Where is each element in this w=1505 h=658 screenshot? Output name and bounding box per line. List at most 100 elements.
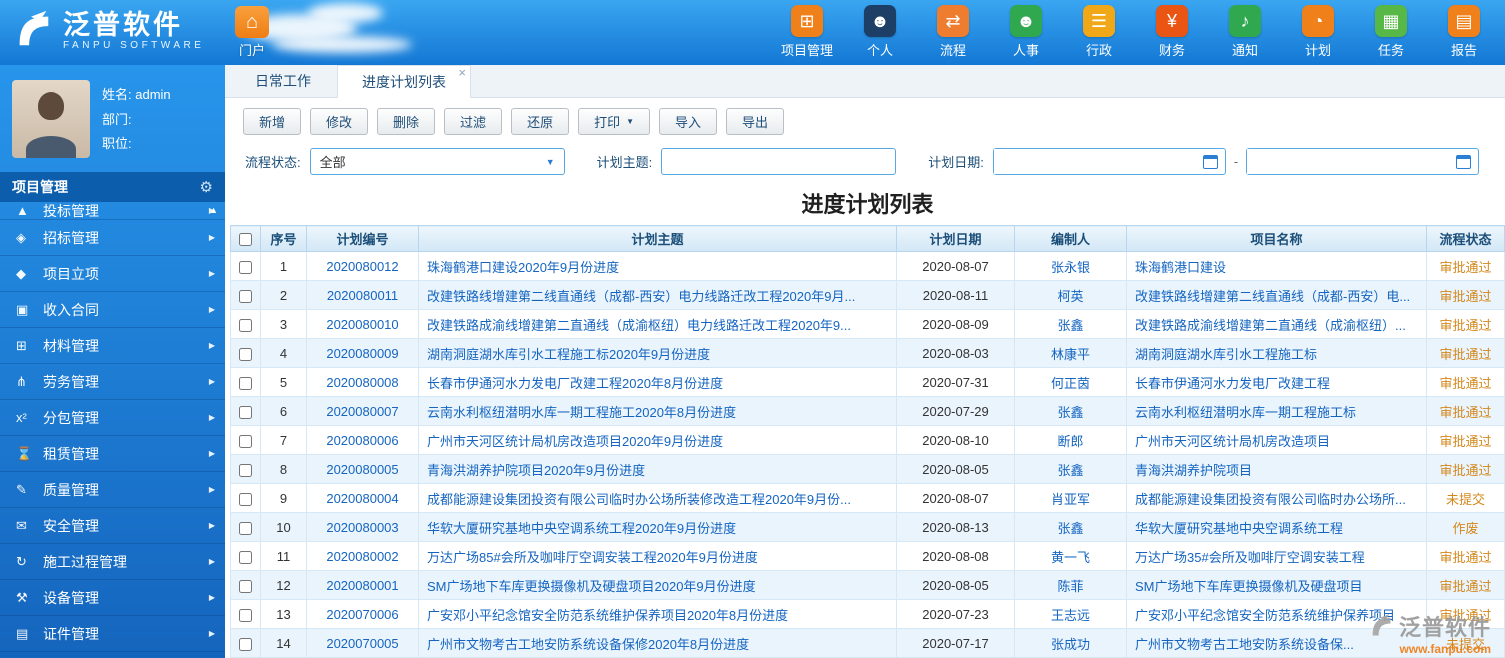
- table-row[interactable]: 1 2020080012 珠海鹤港口建设2020年9月份进度 2020-08-07 张永…: [230, 251, 1505, 281]
- plan-no-link[interactable]: 2020080012: [326, 259, 398, 274]
- table-row[interactable]: 6 2020080007 云南水利枢纽潜明水库一期工程施工2020年8月份进度 202…: [230, 396, 1505, 426]
- project-link[interactable]: 云南水利枢纽潜明水库一期工程施工标: [1135, 405, 1356, 420]
- sidebar-item-subcontract[interactable]: x² 分包管理 ▶: [0, 400, 225, 436]
- print-button[interactable]: 打印 ▼: [578, 108, 651, 135]
- delete-button[interactable]: 删除: [377, 108, 436, 135]
- topic-link[interactable]: 广州市文物考古工地安防系统设备保修2020年8月份进度: [427, 637, 749, 652]
- nav-item-portal[interactable]: ⌂ 门户: [231, 6, 273, 59]
- row-checkbox[interactable]: [239, 550, 252, 564]
- plan-no-link[interactable]: 2020070005: [326, 636, 398, 651]
- nav-item-notice[interactable]: ♪ 通知: [1216, 5, 1274, 59]
- plan-no-link[interactable]: 2020080002: [326, 549, 398, 564]
- table-row[interactable]: 4 2020080009 湖南洞庭湖水库引水工程施工标2020年9月份进度 2020-…: [230, 338, 1505, 368]
- table-row[interactable]: 12 2020080001 SM广场地下车库更换摄像机及硬盘项目2020年9月份进度…: [230, 570, 1505, 600]
- tab-progress-plan-list[interactable]: 进度计划列表 ×: [337, 65, 471, 98]
- nav-item-personal[interactable]: ☻ 个人: [851, 5, 909, 59]
- nav-item-plan[interactable]: ◔ 计划: [1289, 5, 1347, 59]
- filter-button[interactable]: 过滤: [444, 108, 503, 135]
- nav-item-task[interactable]: ▦ 任务: [1362, 5, 1420, 59]
- row-checkbox[interactable]: [239, 376, 252, 390]
- plan-no-link[interactable]: 2020080004: [326, 491, 398, 506]
- row-checkbox[interactable]: [239, 492, 252, 506]
- row-checkbox[interactable]: [239, 405, 252, 419]
- project-link[interactable]: 广州市天河区统计局机房改造项目: [1135, 434, 1330, 449]
- date-from-input[interactable]: [993, 149, 1203, 174]
- sidebar-item-project-initiation[interactable]: ◆ 项目立项 ▶: [0, 256, 225, 292]
- gear-icon[interactable]: ⚙: [200, 178, 213, 196]
- row-checkbox[interactable]: [239, 289, 252, 303]
- plan-no-link[interactable]: 2020080009: [326, 346, 398, 361]
- topic-link[interactable]: 湖南洞庭湖水库引水工程施工标2020年9月份进度: [427, 347, 710, 362]
- row-checkbox[interactable]: [239, 260, 252, 274]
- project-link[interactable]: 成都能源建设集团投资有限公司临时办公场所...: [1135, 492, 1406, 507]
- table-row[interactable]: 8 2020080005 青海洪湖养护院项目2020年9月份进度 2020-08-05…: [230, 454, 1505, 484]
- scroll-up-icon[interactable]: ▲: [209, 205, 218, 215]
- nav-item-workflow[interactable]: ⇄ 流程: [924, 5, 982, 59]
- topic-link[interactable]: SM广场地下车库更换摄像机及硬盘项目2020年9月份进度: [427, 579, 756, 594]
- project-link[interactable]: 广州市文物考古工地安防系统设备保...: [1135, 637, 1354, 652]
- nav-item-admin[interactable]: ☰ 行政: [1070, 5, 1128, 59]
- project-link[interactable]: 湖南洞庭湖水库引水工程施工标: [1135, 347, 1317, 362]
- select-all-checkbox[interactable]: [239, 233, 252, 247]
- plan-no-link[interactable]: 2020080006: [326, 433, 398, 448]
- topic-link[interactable]: 改建铁路成渝线增建第二直通线（成渝枢纽）电力线路迁改工程2020年9...: [427, 318, 851, 333]
- sidebar-item-bidding[interactable]: ▲ 投标管理 ▶: [0, 202, 225, 220]
- export-button[interactable]: 导出: [726, 108, 785, 135]
- plan-no-link[interactable]: 2020080007: [326, 404, 398, 419]
- topic-link[interactable]: 云南水利枢纽潜明水库一期工程施工2020年8月份进度: [427, 405, 736, 420]
- topic-link[interactable]: 广安邓小平纪念馆安全防范系统维护保养项目2020年8月份进度: [427, 608, 788, 623]
- project-link[interactable]: 青海洪湖养护院项目: [1135, 463, 1252, 478]
- plan-no-link[interactable]: 2020080008: [326, 375, 398, 390]
- sidebar-item-certificate[interactable]: ▤ 证件管理 ▶: [0, 616, 225, 652]
- table-row[interactable]: 11 2020080002 万达广场85#会所及咖啡厅空调安装工程2020年9月份进…: [230, 541, 1505, 571]
- table-row[interactable]: 3 2020080010 改建铁路成渝线增建第二直通线（成渝枢纽）电力线路迁改工程2…: [230, 309, 1505, 339]
- plan-no-link[interactable]: 2020080001: [326, 578, 398, 593]
- project-link[interactable]: 广安邓小平纪念馆安全防范系统维护保养项目: [1135, 608, 1395, 623]
- project-link[interactable]: 改建铁路成渝线增建第二直通线（成渝枢纽）...: [1135, 318, 1406, 333]
- sidebar-item-quality[interactable]: ✎ 质量管理 ▶: [0, 472, 225, 508]
- topic-link[interactable]: 长春市伊通河水力发电厂改建工程2020年8月份进度: [427, 376, 723, 391]
- row-checkbox[interactable]: [239, 434, 252, 448]
- close-icon[interactable]: ×: [458, 66, 466, 79]
- table-row[interactable]: 10 2020080003 华软大厦研究基地中央空调系统工程2020年9月份进度 20…: [230, 512, 1505, 542]
- plan-no-link[interactable]: 2020080003: [326, 520, 398, 535]
- topic-link[interactable]: 青海洪湖养护院项目2020年9月份进度: [427, 463, 645, 478]
- tab-daily-work[interactable]: 日常工作: [231, 65, 335, 97]
- row-checkbox[interactable]: [239, 347, 252, 361]
- plan-no-link[interactable]: 2020080011: [327, 288, 398, 303]
- table-row[interactable]: 14 2020070005 广州市文物考古工地安防系统设备保修2020年8月份进度 2…: [230, 628, 1505, 658]
- project-link[interactable]: 珠海鹤港口建设: [1135, 260, 1226, 275]
- sidebar-item-labor[interactable]: ⋔ 劳务管理 ▶: [0, 364, 225, 400]
- add-button[interactable]: 新增: [243, 108, 302, 135]
- status-select[interactable]: 全部 ▼: [309, 148, 565, 175]
- row-checkbox[interactable]: [239, 579, 252, 593]
- edit-button[interactable]: 修改: [310, 108, 369, 135]
- row-checkbox[interactable]: [239, 463, 252, 477]
- project-link[interactable]: 长春市伊通河水力发电厂改建工程: [1135, 376, 1330, 391]
- table-row[interactable]: 2 2020080011 改建铁路线增建第二线直通线（成都-西安）电力线路迁改工程2…: [230, 280, 1505, 310]
- restore-button[interactable]: 还原: [511, 108, 570, 135]
- topic-link[interactable]: 华软大厦研究基地中央空调系统工程2020年9月份进度: [427, 521, 736, 536]
- topic-input[interactable]: [661, 148, 897, 175]
- sidebar-item-tender[interactable]: ◈ 招标管理 ▶: [0, 220, 225, 256]
- calendar-icon[interactable]: [1456, 154, 1472, 169]
- nav-item-report[interactable]: ▤ 报告: [1435, 5, 1493, 59]
- project-link[interactable]: 改建铁路线增建第二线直通线（成都-西安）电...: [1135, 289, 1410, 304]
- table-row[interactable]: 5 2020080008 长春市伊通河水力发电厂改建工程2020年8月份进度 2020…: [230, 367, 1505, 397]
- calendar-icon[interactable]: [1202, 154, 1218, 169]
- sidebar-item-income-contract[interactable]: ▣ 收入合同 ▶: [0, 292, 225, 328]
- table-row[interactable]: 7 2020080006 广州市天河区统计局机房改造项目2020年9月份进度 2020…: [230, 425, 1505, 455]
- project-link[interactable]: 万达广场35#会所及咖啡厅空调安装工程: [1135, 550, 1365, 565]
- date-to-input[interactable]: [1247, 149, 1457, 174]
- sidebar-item-safety[interactable]: ✉ 安全管理 ▶: [0, 508, 225, 544]
- topic-link[interactable]: 改建铁路线增建第二线直通线（成都-西安）电力线路迁改工程2020年9月...: [427, 289, 855, 304]
- project-link[interactable]: SM广场地下车库更换摄像机及硬盘项目: [1135, 579, 1363, 594]
- plan-no-link[interactable]: 2020080005: [326, 462, 398, 477]
- topic-link[interactable]: 珠海鹤港口建设2020年9月份进度: [427, 260, 619, 275]
- sidebar-item-lease[interactable]: ⌛ 租赁管理 ▶: [0, 436, 225, 472]
- plan-no-link[interactable]: 2020070006: [326, 607, 398, 622]
- topic-link[interactable]: 成都能源建设集团投资有限公司临时办公场所装修改造工程2020年9月份...: [427, 492, 851, 507]
- table-row[interactable]: 9 2020080004 成都能源建设集团投资有限公司临时办公场所装修改造工程202…: [230, 483, 1505, 513]
- plan-no-link[interactable]: 2020080010: [326, 317, 398, 332]
- import-button[interactable]: 导入: [659, 108, 718, 135]
